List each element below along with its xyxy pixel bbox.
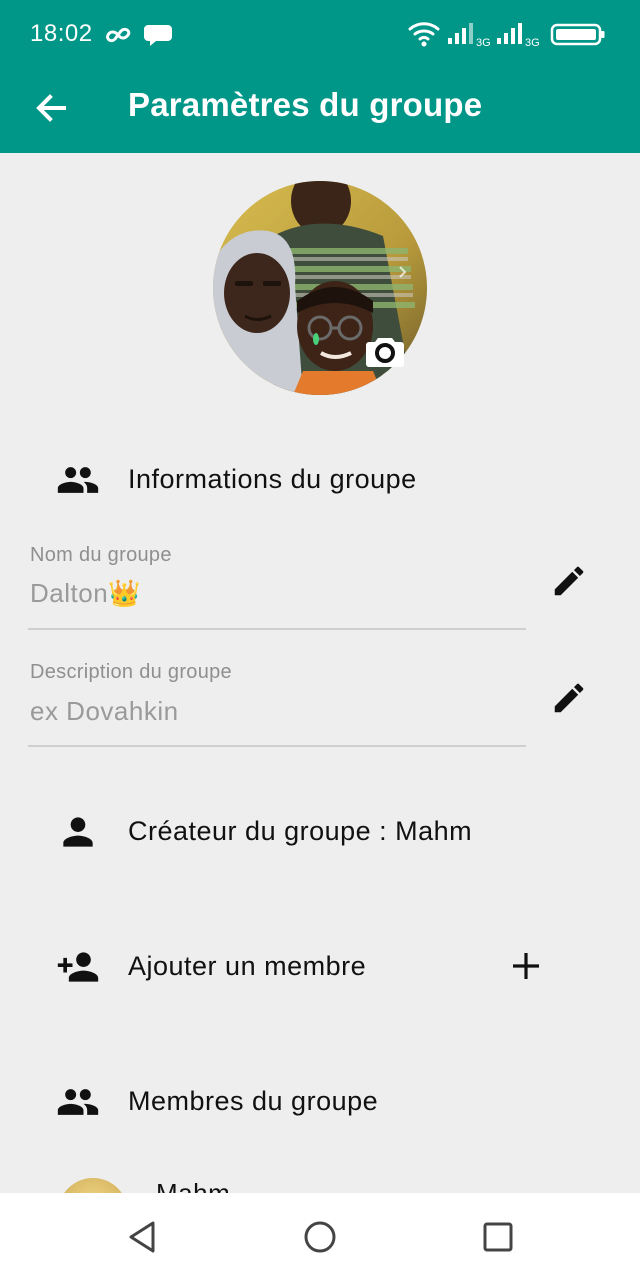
signal-icon: 3G xyxy=(448,23,491,49)
circle-home-icon xyxy=(304,1221,336,1253)
status-time: 18:02 xyxy=(30,20,93,47)
nav-home-button[interactable] xyxy=(296,1213,344,1261)
page-title: Paramètres du groupe xyxy=(128,86,483,123)
person-icon xyxy=(56,810,100,854)
add-member-label[interactable]: Ajouter un membre xyxy=(128,951,366,982)
group-description-underline xyxy=(28,745,526,747)
edit-group-name-button[interactable] xyxy=(550,562,588,600)
camera-icon xyxy=(366,338,404,367)
battery-icon xyxy=(550,23,605,46)
signal-icon: 3G xyxy=(497,23,540,49)
status-left-icons xyxy=(104,22,174,53)
group-name-field[interactable]: Dalton👑 xyxy=(30,578,141,609)
pencil-icon xyxy=(554,683,584,713)
edit-group-description-button[interactable] xyxy=(550,679,588,717)
change-photo-button[interactable] xyxy=(366,334,404,368)
group-description-field[interactable]: ex Dovahkin xyxy=(30,696,179,727)
network-type-2: 3G xyxy=(525,37,540,49)
status-bar: 18:02 3G 3G xyxy=(0,0,640,68)
triangle-back-icon xyxy=(129,1221,155,1253)
nav-recents-button[interactable] xyxy=(474,1213,522,1261)
status-right-icons: 3G 3G xyxy=(408,20,612,55)
group-icon xyxy=(56,458,100,502)
group-icon xyxy=(56,1080,100,1124)
chat-bubble-icon xyxy=(144,25,172,46)
infinity-icon xyxy=(106,27,131,43)
person-add-icon xyxy=(56,945,100,989)
arrow-back-icon xyxy=(36,94,66,122)
plus-icon xyxy=(513,953,539,979)
group-avatar-container[interactable] xyxy=(213,181,427,395)
system-navigation-bar xyxy=(0,1193,640,1280)
app-bar: Paramètres du groupe xyxy=(0,68,640,153)
pencil-icon xyxy=(554,566,584,596)
group-info-header: Informations du groupe xyxy=(128,464,417,494)
group-name-underline xyxy=(28,628,526,630)
group-description-label: Description du groupe xyxy=(30,661,232,683)
group-name-label: Nom du groupe xyxy=(30,544,172,566)
add-member-button[interactable] xyxy=(508,948,544,984)
back-button[interactable] xyxy=(26,84,76,134)
nav-back-button[interactable] xyxy=(119,1213,167,1261)
group-members-header: Membres du groupe xyxy=(128,1086,379,1116)
square-recents-icon xyxy=(483,1222,513,1252)
group-creator-label: Créateur du groupe : Mahm xyxy=(128,816,473,846)
wifi-icon xyxy=(408,22,440,47)
network-type-1: 3G xyxy=(476,37,491,49)
